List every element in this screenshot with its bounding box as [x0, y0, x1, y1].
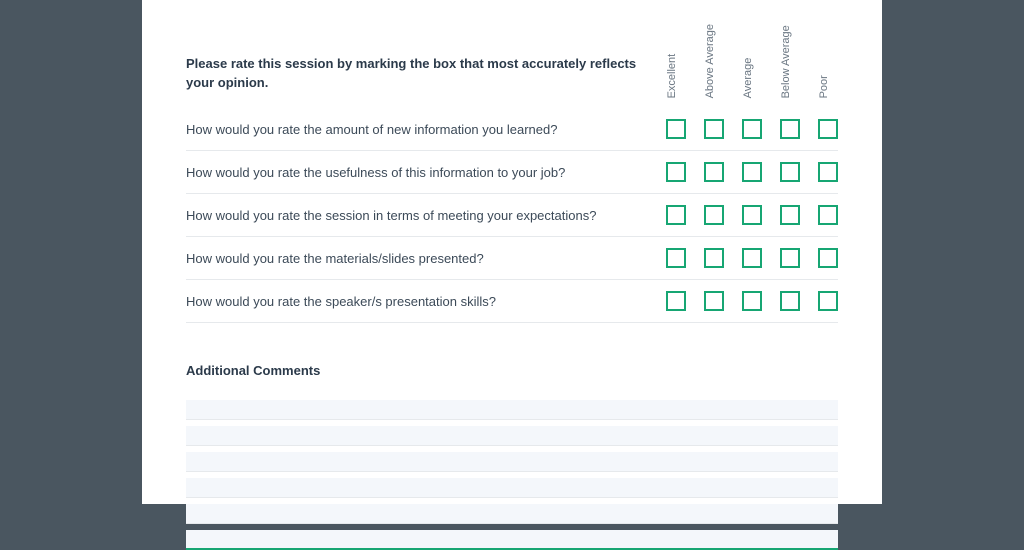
rating-checkbox[interactable]: [666, 205, 686, 225]
rating-checkbox[interactable]: [780, 119, 800, 139]
rating-checkbox[interactable]: [666, 119, 686, 139]
rating-checkbox[interactable]: [666, 291, 686, 311]
question-text: How would you rate the session in terms …: [186, 208, 666, 223]
rating-checkbox[interactable]: [818, 162, 838, 182]
survey-page: Please rate this session by marking the …: [142, 0, 882, 504]
comment-line[interactable]: [186, 478, 838, 498]
rating-checkbox[interactable]: [818, 205, 838, 225]
question-text: How would you rate the speaker/s present…: [186, 294, 666, 309]
rating-boxes: [666, 248, 838, 268]
rating-row: How would you rate the usefulness of thi…: [186, 151, 838, 194]
rating-checkbox[interactable]: [818, 291, 838, 311]
comment-line[interactable]: [186, 504, 838, 524]
rating-instruction: Please rate this session by marking the …: [186, 55, 666, 99]
rating-checkbox[interactable]: [666, 162, 686, 182]
question-text: How would you rate the materials/slides …: [186, 251, 666, 266]
rating-row: How would you rate the materials/slides …: [186, 237, 838, 280]
rating-checkbox[interactable]: [742, 291, 762, 311]
comments-area[interactable]: [186, 400, 838, 550]
rating-checkbox[interactable]: [818, 248, 838, 268]
rating-boxes: [666, 162, 838, 182]
rating-row: How would you rate the speaker/s present…: [186, 280, 838, 323]
scale-label: Average: [742, 24, 762, 98]
rating-scale-labels: Excellent Above Average Average Below Avera…: [666, 24, 838, 98]
comment-line[interactable]: [186, 400, 838, 420]
rating-checkbox[interactable]: [742, 119, 762, 139]
rating-row: How would you rate the session in terms …: [186, 194, 838, 237]
rating-checkbox[interactable]: [704, 248, 724, 268]
scale-label: Above Average: [704, 24, 724, 98]
rating-rows: How would you rate the amount of new inf…: [186, 108, 838, 323]
rating-checkbox[interactable]: [818, 119, 838, 139]
rating-checkbox[interactable]: [704, 205, 724, 225]
scale-label: Excellent: [666, 24, 686, 98]
comment-line[interactable]: [186, 426, 838, 446]
question-text: How would you rate the amount of new inf…: [186, 122, 666, 137]
rating-checkbox[interactable]: [780, 248, 800, 268]
rating-checkbox[interactable]: [704, 119, 724, 139]
rating-checkbox[interactable]: [780, 291, 800, 311]
rating-header: Please rate this session by marking the …: [186, 24, 838, 98]
rating-checkbox[interactable]: [780, 162, 800, 182]
rating-boxes: [666, 119, 838, 139]
rating-checkbox[interactable]: [742, 205, 762, 225]
rating-checkbox[interactable]: [780, 205, 800, 225]
scale-label: Poor: [818, 24, 838, 98]
comment-line[interactable]: [186, 452, 838, 472]
rating-boxes: [666, 291, 838, 311]
scale-label: Below Average: [780, 24, 800, 98]
rating-checkbox[interactable]: [742, 162, 762, 182]
rating-checkbox[interactable]: [742, 248, 762, 268]
rating-row: How would you rate the amount of new inf…: [186, 108, 838, 151]
rating-checkbox[interactable]: [704, 291, 724, 311]
comments-title: Additional Comments: [186, 363, 838, 378]
rating-checkbox[interactable]: [666, 248, 686, 268]
question-text: How would you rate the usefulness of thi…: [186, 165, 666, 180]
comment-line[interactable]: [186, 530, 838, 550]
rating-boxes: [666, 205, 838, 225]
rating-checkbox[interactable]: [704, 162, 724, 182]
